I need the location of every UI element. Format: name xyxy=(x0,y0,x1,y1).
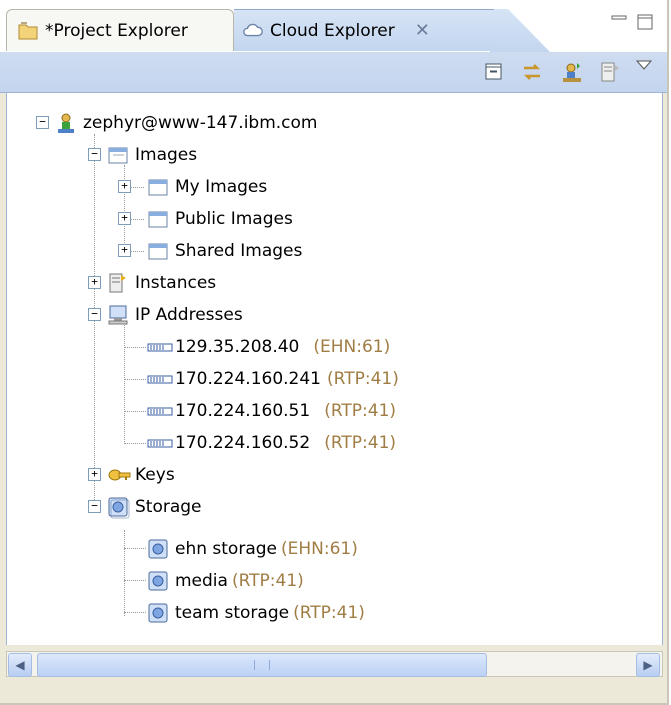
ip-address-value: 129.35.208.40 xyxy=(175,337,300,357)
images-icon xyxy=(147,208,169,230)
keys-label: Keys xyxy=(135,465,175,485)
tree-node-ip-address[interactable]: 170.224.160.51 (RTP:41) xyxy=(147,395,396,427)
collapse-toggle[interactable]: − xyxy=(88,148,101,161)
tree-connector xyxy=(124,347,146,348)
volume-icon xyxy=(147,538,169,560)
cloud-icon xyxy=(242,20,264,42)
tab-project-explorer-label: *Project Explorer xyxy=(45,20,188,41)
tree-connector xyxy=(124,580,146,581)
tree-node-ip-addresses[interactable]: IP Addresses xyxy=(107,299,243,331)
volume-name: team storage xyxy=(175,603,290,623)
expand-toggle[interactable]: + xyxy=(118,212,131,225)
expand-toggle[interactable]: + xyxy=(88,276,101,289)
tree-node-instances[interactable]: Instances xyxy=(107,267,216,299)
instances-icon xyxy=(107,272,129,294)
tree-node-volume[interactable]: ehn storage (EHN:61) xyxy=(147,533,358,565)
tree-node-volume[interactable]: media (RTP:41) xyxy=(147,565,304,597)
collapse-all-icon[interactable] xyxy=(482,60,506,84)
tree-connector xyxy=(124,411,146,412)
network-address-icon xyxy=(147,432,173,454)
expand-toggle[interactable]: + xyxy=(88,468,101,481)
tree-connector xyxy=(124,443,146,444)
volume-name: media xyxy=(175,571,228,591)
ip-region: (RTP:41) xyxy=(327,369,399,389)
my-images-label: My Images xyxy=(175,177,268,197)
add-user-icon[interactable] xyxy=(560,60,584,84)
scroll-left-arrow-icon[interactable]: ◀ xyxy=(8,653,32,677)
tree-node-ip-address[interactable]: 129.35.208.40 (EHN:61) xyxy=(147,331,390,363)
storage-icon xyxy=(107,496,130,519)
images-icon xyxy=(147,176,169,198)
scroll-right-arrow-icon[interactable]: ▶ xyxy=(636,653,660,677)
account-label: zephyr@www-147.ibm.com xyxy=(83,113,318,133)
instances-label: Instances xyxy=(135,273,217,293)
tree-connector xyxy=(124,548,146,549)
tree-connector xyxy=(124,379,146,380)
user-icon xyxy=(55,112,77,134)
ip-addresses-label: IP Addresses xyxy=(135,305,243,325)
tab-project-explorer[interactable]: *Project Explorer xyxy=(6,9,234,51)
storage-label: Storage xyxy=(135,497,202,517)
volume-name: ehn storage xyxy=(175,539,277,559)
tree-connector xyxy=(124,325,125,444)
tree-node-keys[interactable]: Keys xyxy=(107,459,175,491)
volume-region: (EHN:61) xyxy=(281,539,358,559)
folder-project-icon xyxy=(17,20,39,42)
expand-toggle[interactable]: + xyxy=(118,180,131,193)
network-address-icon xyxy=(147,400,173,422)
volume-icon xyxy=(147,602,169,624)
expand-toggle[interactable]: + xyxy=(118,244,131,257)
maximize-icon[interactable] xyxy=(636,13,654,35)
volume-region: (RTP:41) xyxy=(293,603,365,623)
images-icon xyxy=(107,144,129,166)
close-icon[interactable]: ✕ xyxy=(415,20,430,41)
ip-address-value: 170.224.160.241 xyxy=(175,369,322,389)
collapse-toggle[interactable]: − xyxy=(88,500,101,513)
horizontal-scrollbar[interactable]: ◀ ▶ xyxy=(6,651,663,677)
tab-cloud-explorer-label: Cloud Explorer xyxy=(270,20,395,41)
ip-region: (EHN:61) xyxy=(313,337,391,357)
tree-node-my-images[interactable]: My Images xyxy=(147,171,267,203)
shared-images-label: Shared Images xyxy=(175,241,303,261)
view-toolbar xyxy=(0,52,667,93)
ip-region: (RTP:41) xyxy=(324,401,397,421)
images-label: Images xyxy=(135,145,198,165)
key-icon xyxy=(107,464,131,486)
ip-address-value: 170.224.160.51 xyxy=(175,401,311,421)
tree-connector xyxy=(124,530,125,616)
tab-strip: *Project Explorer Cloud Explorer ✕ xyxy=(0,0,667,52)
network-address-icon xyxy=(147,336,173,358)
cloud-tree: − zephyr@www-147.ibm.com − Images + My I… xyxy=(6,93,663,645)
new-instance-icon[interactable] xyxy=(598,60,622,84)
public-images-label: Public Images xyxy=(175,209,293,229)
tab-cloud-curve xyxy=(490,9,550,52)
link-with-editor-icon[interactable] xyxy=(520,60,544,84)
scrollbar-thumb[interactable] xyxy=(37,653,487,677)
tree-node-volume[interactable]: team storage (RTP:41) xyxy=(147,597,365,629)
tree-node-shared-images[interactable]: Shared Images xyxy=(147,235,302,267)
tree-node-images[interactable]: Images xyxy=(107,139,197,171)
computer-icon xyxy=(107,304,129,326)
ip-address-value: 170.224.160.52 xyxy=(175,433,311,453)
scrollbar-grip xyxy=(254,660,270,670)
minimize-icon[interactable] xyxy=(610,13,628,31)
collapse-toggle[interactable]: − xyxy=(36,116,49,129)
volume-region: (RTP:41) xyxy=(231,571,304,591)
view-menu-chevron-down-icon[interactable] xyxy=(634,57,658,81)
tree-connector xyxy=(124,612,146,613)
tree-node-ip-address[interactable]: 170.224.160.52 (RTP:41) xyxy=(147,427,396,459)
tab-cloud-explorer[interactable]: Cloud Explorer ✕ xyxy=(234,9,494,51)
tree-node-ip-address[interactable]: 170.224.160.241 (RTP:41) xyxy=(147,363,399,395)
cloud-explorer-view: *Project Explorer Cloud Explorer ✕ − zep… xyxy=(0,0,669,705)
volume-icon xyxy=(147,570,169,592)
network-address-icon xyxy=(147,368,173,390)
tree-node-storage[interactable]: Storage xyxy=(107,491,202,523)
tree-node-public-images[interactable]: Public Images xyxy=(147,203,293,235)
images-icon xyxy=(147,240,169,262)
ip-region: (RTP:41) xyxy=(324,433,397,453)
tree-node-account[interactable]: zephyr@www-147.ibm.com xyxy=(55,107,317,139)
collapse-toggle[interactable]: − xyxy=(88,308,101,321)
